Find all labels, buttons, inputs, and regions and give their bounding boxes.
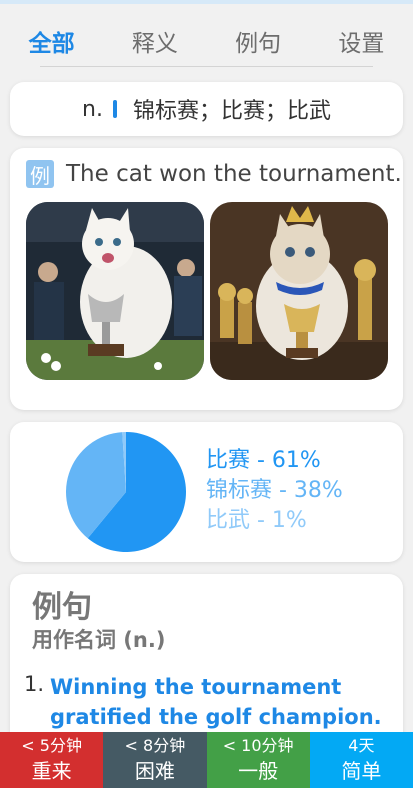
tab-settings[interactable]: 设置: [330, 20, 392, 62]
easy-button[interactable]: 4天 简单: [309, 732, 413, 788]
tab-bar: 全部 释义 例句 设置: [0, 18, 413, 64]
example-badge: 例: [26, 160, 54, 188]
hard-interval: < 8分钟: [124, 736, 186, 755]
sentence-text: Winning the tournament gratified the gol…: [50, 675, 382, 729]
good-button[interactable]: < 10分钟 一般: [206, 732, 310, 788]
sentences-subtitle: 用作名词 (n.): [32, 628, 166, 652]
meaning-pie-chart: [65, 432, 186, 552]
legend-item-biwu: 比武 - 1%: [206, 508, 307, 533]
cat-trophy-photo-1: [26, 202, 204, 380]
again-label: 重来: [31, 759, 72, 783]
easy-label: 简单: [341, 759, 382, 783]
legend-item-bisai: 比赛 - 61%: [206, 448, 321, 473]
definition-separator: [112, 100, 117, 118]
again-button[interactable]: < 5分钟 重来: [0, 732, 104, 788]
cat-trophy-photo-2: [210, 202, 388, 380]
again-interval: < 5分钟: [21, 736, 82, 755]
easy-interval: 4天: [348, 736, 375, 755]
tab-all[interactable]: 全部: [21, 20, 83, 62]
meaning-distribution-card: 比赛 - 61% 锦标赛 - 38% 比武 - 1%: [10, 422, 403, 562]
review-button-bar: < 5分钟 重来 < 8分钟 困难 < 10分钟 一般 4天 简单: [0, 732, 413, 788]
sentence-number: 1.: [24, 672, 45, 696]
hard-button[interactable]: < 8分钟 困难: [103, 732, 207, 788]
good-label: 一般: [238, 759, 279, 783]
definition-meaning: 锦标赛；比赛；比武: [132, 99, 331, 124]
sentence-item: 1. Winning the tournament gratified the …: [24, 672, 390, 732]
good-interval: < 10分钟: [222, 736, 294, 755]
example-line: 例 The cat won the tournament.: [26, 160, 402, 188]
pie-legend: 比赛 - 61% 锦标赛 - 38% 比武 - 1%: [206, 446, 343, 536]
tab-divider: [40, 66, 373, 67]
example-card: 例 The cat won the tournament.: [10, 148, 403, 410]
sentences-title: 例句: [32, 590, 92, 625]
definition-card: n. 锦标赛；比赛；比武: [10, 82, 403, 136]
hard-label: 困难: [134, 759, 175, 783]
legend-item-jinbiaosai: 锦标赛 - 38%: [206, 478, 343, 503]
example-sentence: The cat won the tournament.: [66, 161, 402, 187]
part-of-speech: n.: [82, 96, 103, 122]
tab-definitions[interactable]: 释义: [124, 20, 186, 62]
top-accent-line: [0, 0, 413, 4]
tab-examples[interactable]: 例句: [227, 20, 289, 62]
